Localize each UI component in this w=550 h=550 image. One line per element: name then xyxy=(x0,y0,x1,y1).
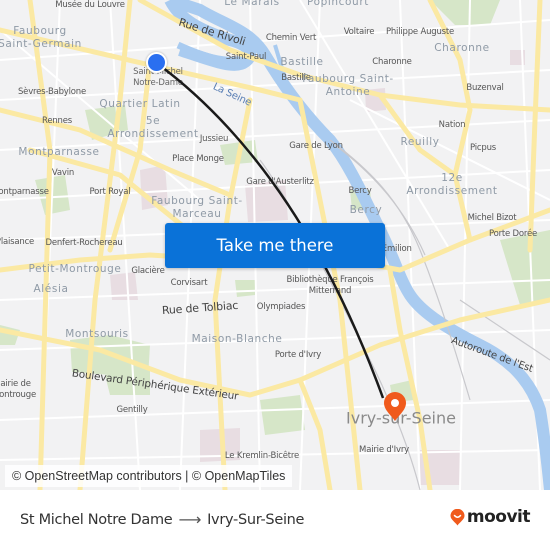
map-attribution[interactable]: © OpenStreetMap contributors | © OpenMap… xyxy=(5,465,293,487)
arrow-right-icon: ⟶ xyxy=(178,510,202,529)
destination-pin-icon[interactable] xyxy=(382,392,408,422)
trip-summary: St Michel Notre Dame ⟶ Ivry-Sur-Seine xyxy=(20,510,304,529)
trip-origin: St Michel Notre Dame xyxy=(20,511,173,528)
moovit-wordmark: moovit xyxy=(466,507,531,527)
footer: St Michel Notre Dame ⟶ Ivry-Sur-Seine mo… xyxy=(0,490,550,550)
moovit-logo[interactable]: moovit xyxy=(450,507,531,527)
map[interactable]: Musée du Louvre Faubourg Saint-Germain S… xyxy=(0,0,550,490)
attribution-text[interactable]: © OpenStreetMap contributors | © OpenMap… xyxy=(12,469,285,483)
trip-destination: Ivry-Sur-Seine xyxy=(207,511,305,528)
origin-marker[interactable] xyxy=(146,52,167,73)
take-me-there-button[interactable]: Take me there xyxy=(165,223,385,268)
moovit-pin-icon xyxy=(450,508,465,525)
